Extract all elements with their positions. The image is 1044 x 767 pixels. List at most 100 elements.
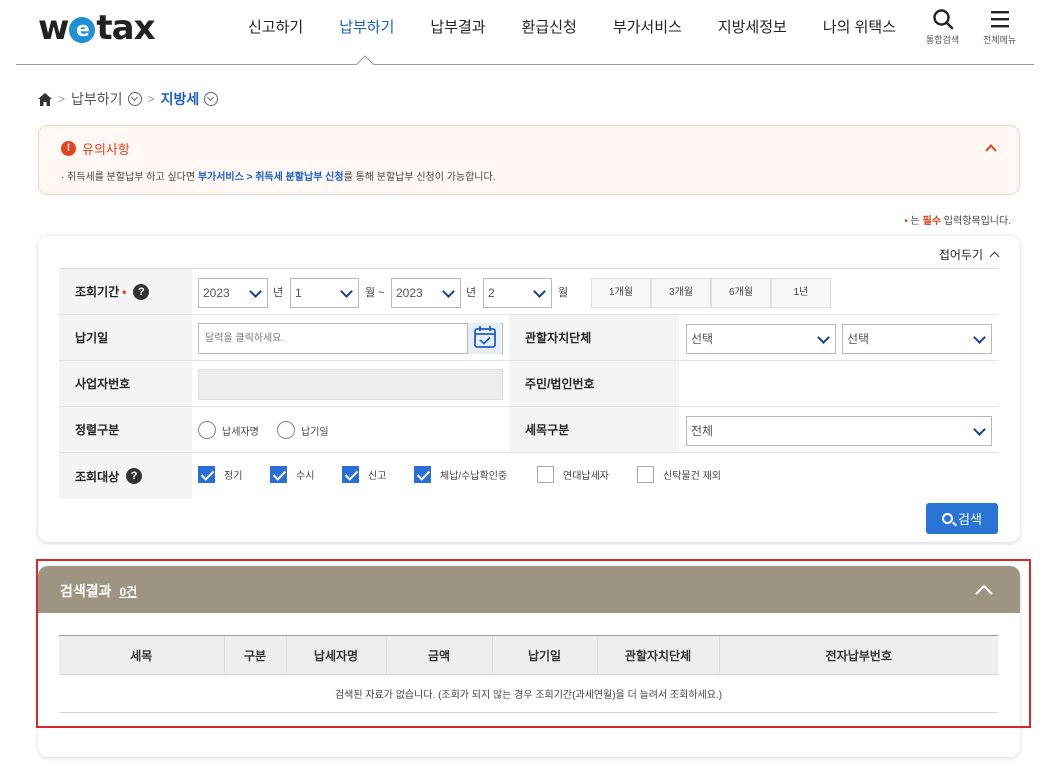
chevron-up-icon[interactable] [985,142,997,154]
jurisdiction-label: 관할자치단체 [509,315,679,360]
end-month-select[interactable]: 2 [483,278,552,308]
logo-prefix: w [38,8,69,48]
required-word: 필수 [922,216,942,227]
header-divider [16,64,1034,65]
target-checkbox-arrears[interactable]: 체납/수납확인중 [414,466,507,483]
nav-item-refund[interactable]: 환급신청 [504,17,595,39]
target-label: 조회대상 ? [59,453,192,499]
chevron-down-icon [340,285,353,298]
header: w e tax 신고하기 납부하기 납부결과 환급신청 부가서비스 지방세정보 나의… [0,0,1044,64]
chevron-down-circle-icon[interactable] [127,92,142,106]
nav-item-extra-service[interactable]: 부가서비스 [595,17,700,39]
jurisdiction-select-2[interactable]: 선택 [842,324,992,354]
nav-item-local-tax-info[interactable]: 지방세정보 [700,17,805,39]
chevron-up-icon[interactable] [974,580,994,600]
period-1-month-button[interactable]: 1개월 [591,278,651,308]
required-note-after: 입력항목입니다. [941,216,1011,227]
search-button[interactable]: 검색 [926,503,998,534]
resident-number-label: 주민/법인번호 [509,361,679,406]
due-date-placeholder: 달력을 클릭하세요. [205,333,285,344]
logo-e: e [69,17,96,43]
exclamation-icon: ! [61,141,76,156]
target-checkbox-regular[interactable]: 정기 [198,466,242,483]
start-year-value: 2023 [203,286,230,300]
end-year-select[interactable]: 2023 [391,278,461,308]
nav-item-report[interactable]: 신고하기 [230,17,321,39]
nav-item-payment-result[interactable]: 납부결과 [412,17,503,39]
end-year-unit: 년 [466,287,477,299]
installment-link[interactable]: 부가서비스 > 취득세 분할납부 신청 [198,172,344,183]
calendar-button[interactable] [467,323,501,354]
target-checkbox-occasional[interactable]: 수시 [270,466,314,483]
row-business-number: 사업자번호 주민/법인번호 [59,361,998,407]
home-icon[interactable] [38,92,52,106]
row-sort: 정렬구분 납세자명 납기일 세목구분 전체 [59,407,998,453]
start-year-unit: 년 [273,287,284,299]
checkbox-checked [198,466,215,483]
result-count[interactable]: 0건 [120,583,138,600]
row-period: 조회기간 • ? 2023 년 1 월 ~ 2023 년 2 월 1개월 3개월… [59,269,998,315]
start-year-select[interactable]: 2023 [198,278,268,308]
empty-message: 검색된 자료가 없습니다. (조회가 되지 않는 경우 조회기간(과세연월)을 … [59,674,998,713]
search-icon [942,513,954,524]
breadcrumb-separator-icon: > [147,92,155,106]
radio-circle [277,421,295,439]
chevron-up-icon [989,251,1000,262]
target-checkbox-exclude-trust[interactable]: 신탁물건 제외 [637,466,721,483]
notice-text-after: 를 통해 분할납부 신청이 가능합니다. [343,172,496,183]
col-amount: 금액 [385,635,492,675]
chevron-down-icon [249,285,262,298]
result-title-text: 검색결과 [60,583,112,599]
help-icon[interactable]: ? [126,468,143,484]
notice-text-before: · 취득세를 분할납부 하고 싶다면 [61,172,198,183]
notice-title-text: 유의사항 [82,142,130,157]
target-checkbox-report[interactable]: 신고 [342,466,386,483]
chevron-down-circle-icon[interactable] [204,92,219,106]
tax-type-select[interactable]: 전체 [686,416,992,446]
breadcrumb-level2[interactable]: 지방세 [161,89,200,109]
help-icon[interactable]: ? [133,283,150,300]
target-report-label: 신고 [368,471,387,482]
period-6-month-button[interactable]: 6개월 [711,278,771,308]
end-year-value: 2023 [396,286,423,300]
checkbox-checked [414,466,431,483]
result-header: 검색결과 0건 [38,566,1020,613]
calendar-icon [474,326,496,348]
checkbox-checked [342,466,359,483]
col-jurisdiction: 관할자치단체 [596,635,719,675]
target-label-text: 조회대상 [75,469,120,484]
nav-item-payment[interactable]: 납부하기 [321,17,412,39]
all-menu-button[interactable]: 전체메뉴 [983,8,1016,46]
period-3-month-button[interactable]: 3개월 [651,278,711,308]
sort-radio-taxpayer-name[interactable]: 납세자명 [198,421,259,439]
search-form-grid: 조회기간 • ? 2023 년 1 월 ~ 2023 년 2 월 1개월 3개월… [59,268,998,499]
target-exclude-trust-label: 신탁물건 제외 [663,471,721,482]
notice-text: · 취득세를 분할납부 하고 싶다면 부가서비스 > 취득세 분할납부 신청를 … [61,168,496,183]
target-checkbox-joint-taxpayer[interactable]: 연대납세자 [537,466,609,483]
search-button-label: 검색 [958,512,982,527]
business-number-label: 사업자번호 [59,361,192,406]
period-label: 조회기간 • ? [59,269,192,314]
chevron-down-icon [533,285,546,298]
col-due-date: 납기일 [491,635,597,675]
table-row: 검색된 자료가 없습니다. (조회가 되지 않는 경우 조회기간(과세연월)을 … [59,674,998,713]
integrated-search-button[interactable]: 통합검색 [926,8,959,46]
business-number-input [198,369,503,400]
start-month-select[interactable]: 1 [290,278,359,308]
jurisdiction-select-1[interactable]: 선택 [686,324,836,354]
start-month-value: 1 [295,286,302,300]
breadcrumb-level1[interactable]: 납부하기 [71,89,123,109]
sort-radio-due-date[interactable]: 납기일 [277,421,329,439]
nav-item-my-wetax[interactable]: 나의 위택스 [805,17,914,39]
target-arrears-label: 체납/수납확인중 [440,471,508,482]
logo-suffix: tax [96,8,155,48]
wetax-logo[interactable]: w e tax [38,8,156,48]
col-tax-item: 세목 [59,635,224,675]
sort-radio-due-date-label: 납기일 [301,426,329,438]
period-1-year-button[interactable]: 1년 [771,278,831,308]
fold-button[interactable]: 접어두기 [939,246,1000,263]
due-date-input[interactable]: 달력을 클릭하세요. [198,323,503,354]
notice-title: ! 유의사항 [61,139,130,158]
hamburger-icon [990,11,1009,28]
row-due-date: 납기일 달력을 클릭하세요. 관할자치단체 선택 선택 [59,315,998,361]
